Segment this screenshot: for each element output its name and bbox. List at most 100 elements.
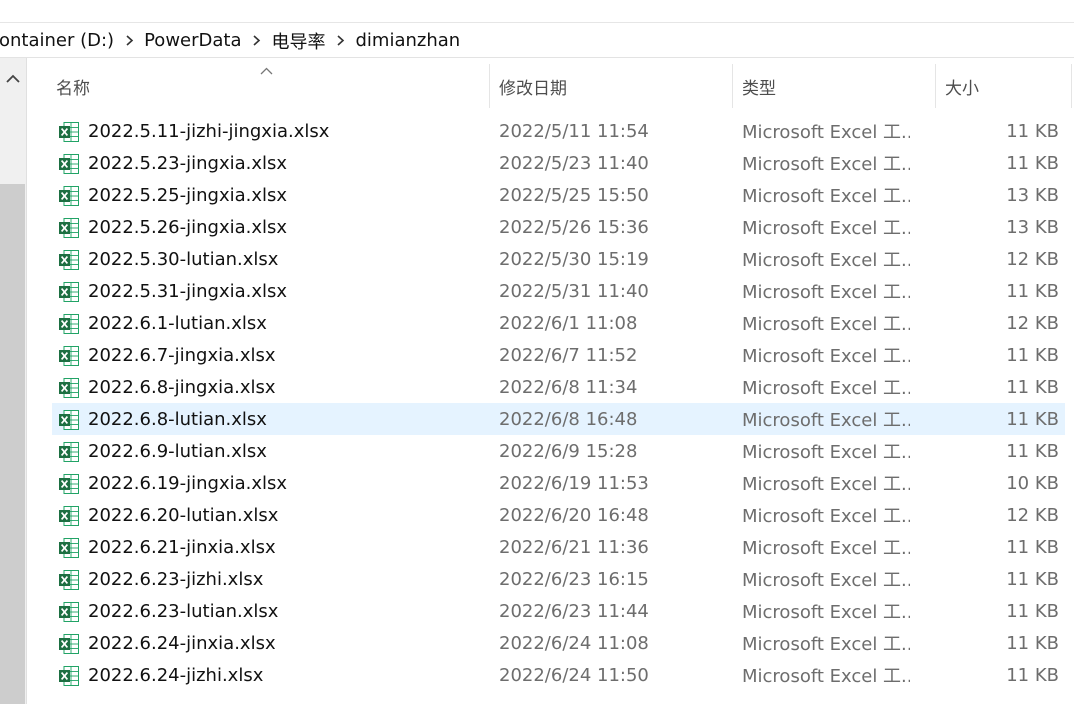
file-name: 2022.6.24-jizhi.xlsx (88, 664, 264, 686)
file-row[interactable]: 2022.6.8-jingxia.xlsx 2022/6/8 11:34 Micro… (52, 371, 1065, 403)
breadcrumb-item-dimianzhan[interactable]: dimianzhan (349, 30, 468, 51)
file-size: 11 KB (1006, 408, 1059, 430)
column-header-date[interactable]: 修改日期 (489, 64, 732, 108)
file-row[interactable]: 2022.6.23-jizhi.xlsx 2022/6/23 16:15 Micro… (52, 563, 1065, 595)
file-modified-date: 2022/6/24 11:50 (499, 664, 649, 686)
column-headers: 名称 修改日期 类型 大小 (27, 64, 1074, 108)
file-modified-date: 2022/6/19 11:53 (499, 472, 649, 494)
file-row[interactable]: 2022.5.23-jingxia.xlsx 2022/5/23 11:40 Mic… (52, 147, 1065, 179)
file-row[interactable]: 2022.6.24-jinxia.xlsx 2022/6/24 11:08 Micr… (52, 627, 1065, 659)
chevron-right-icon[interactable] (249, 35, 265, 46)
file-size: 11 KB (1006, 152, 1059, 174)
file-row[interactable]: 2022.6.7-jingxia.xlsx 2022/6/7 11:52 Micro… (52, 339, 1065, 371)
file-size: 11 KB (1006, 440, 1059, 462)
file-name: 2022.6.20-lutian.xlsx (88, 504, 279, 526)
file-modified-date: 2022/6/9 15:28 (499, 440, 638, 462)
column-header-type[interactable]: 类型 (732, 64, 935, 108)
file-size: 13 KB (1006, 184, 1059, 206)
file-modified-date: 2022/6/21 11:36 (499, 536, 649, 558)
file-name: 2022.6.7-jingxia.xlsx (88, 344, 276, 366)
file-size: 11 KB (1006, 664, 1059, 686)
file-row[interactable]: 2022.5.11-jizhi-jingxia.xlsx 2022/5/11 11… (52, 115, 1065, 147)
file-modified-date: 2022/5/11 11:54 (499, 120, 649, 142)
file-type: Microsoft Excel 工... (742, 378, 910, 399)
excel-file-icon (58, 377, 80, 399)
file-name: 2022.5.23-jingxia.xlsx (88, 152, 288, 174)
file-row[interactable]: 2022.5.30-lutian.xlsx 2022/5/30 15:19 Micr… (52, 243, 1065, 275)
file-size: 11 KB (1006, 344, 1059, 366)
file-modified-date: 2022/6/8 16:48 (499, 408, 638, 430)
file-name: 2022.5.25-jingxia.xlsx (88, 184, 288, 206)
excel-file-icon (58, 409, 80, 431)
file-row[interactable]: 2022.5.26-jingxia.xlsx 2022/5/26 15:36 Mic… (52, 211, 1065, 243)
chevron-right-icon[interactable] (333, 35, 349, 46)
file-row[interactable]: 2022.6.1-lutian.xlsx 2022/6/1 11:08 Micros… (52, 307, 1065, 339)
scrollbar-thumb[interactable] (0, 184, 25, 704)
excel-file-icon (58, 185, 80, 207)
excel-file-icon (58, 505, 80, 527)
file-type: Microsoft Excel 工... (742, 634, 910, 655)
chevron-right-icon[interactable] (121, 35, 137, 46)
file-name: 2022.5.30-lutian.xlsx (88, 248, 279, 270)
excel-file-icon (58, 249, 80, 271)
file-modified-date: 2022/5/23 11:40 (499, 152, 649, 174)
file-type: Microsoft Excel 工... (742, 122, 910, 143)
excel-file-icon (58, 313, 80, 335)
column-header-size-label: 大小 (945, 78, 979, 99)
file-type: Microsoft Excel 工... (742, 410, 910, 431)
excel-file-icon (58, 473, 80, 495)
file-name: 2022.6.9-lutian.xlsx (88, 440, 267, 462)
file-name: 2022.6.8-lutian.xlsx (88, 408, 267, 430)
file-row[interactable]: 2022.6.21-jinxia.xlsx 2022/6/21 11:36 Micr… (52, 531, 1065, 563)
file-type: Microsoft Excel 工... (742, 666, 910, 687)
file-size: 11 KB (1006, 536, 1059, 558)
file-name: 2022.5.31-jingxia.xlsx (88, 280, 288, 302)
file-type: Microsoft Excel 工... (742, 346, 910, 367)
file-type: Microsoft Excel 工... (742, 154, 910, 175)
file-row[interactable]: 2022.5.25-jingxia.xlsx 2022/5/25 15:50 Mic… (52, 179, 1065, 211)
file-type: Microsoft Excel 工... (742, 506, 910, 527)
breadcrumb-item-conductivity[interactable]: 电导率 (265, 28, 333, 54)
file-name: 2022.6.1-lutian.xlsx (88, 312, 267, 334)
breadcrumb-item-powerdata[interactable]: PowerData (137, 30, 248, 51)
file-row[interactable]: 2022.6.19-jingxia.xlsx 2022/6/19 11:53 Mic… (52, 467, 1065, 499)
file-name: 2022.6.21-jinxia.xlsx (88, 536, 276, 558)
file-size: 11 KB (1006, 120, 1059, 142)
file-size: 13 KB (1006, 216, 1059, 238)
file-name: 2022.5.26-jingxia.xlsx (88, 216, 288, 238)
scroll-up-icon[interactable] (4, 70, 22, 88)
file-size: 12 KB (1006, 504, 1059, 526)
file-row[interactable]: 2022.6.8-lutian.xlsx 2022/6/8 16:48 Micros… (52, 403, 1065, 435)
file-modified-date: 2022/6/24 11:08 (499, 632, 649, 654)
file-name: 2022.6.19-jingxia.xlsx (88, 472, 288, 494)
file-modified-date: 2022/6/23 16:15 (499, 568, 649, 590)
file-modified-date: 2022/6/1 11:08 (499, 312, 638, 334)
file-type: Microsoft Excel 工... (742, 474, 910, 495)
breadcrumb[interactable]: ontainer (D:) PowerData 电导率 dimianzhan (0, 24, 1074, 58)
title-strip (0, 0, 1074, 23)
file-size: 10 KB (1006, 472, 1059, 494)
file-row[interactable]: 2022.5.31-jingxia.xlsx 2022/5/31 11:40 Mic… (52, 275, 1065, 307)
file-type: Microsoft Excel 工... (742, 218, 910, 239)
file-row[interactable]: 2022.6.24-jizhi.xlsx 2022/6/24 11:50 Micro… (52, 659, 1065, 691)
file-name: 2022.5.11-jizhi-jingxia.xlsx (88, 120, 330, 142)
excel-file-icon (58, 537, 80, 559)
file-name: 2022.6.24-jinxia.xlsx (88, 632, 276, 654)
file-modified-date: 2022/5/25 15:50 (499, 184, 649, 206)
file-type: Microsoft Excel 工... (742, 602, 910, 623)
sort-ascending-icon (260, 60, 274, 75)
file-size: 11 KB (1006, 568, 1059, 590)
excel-file-icon (58, 281, 80, 303)
file-type: Microsoft Excel 工... (742, 442, 910, 463)
file-row[interactable]: 2022.6.23-lutian.xlsx 2022/6/23 11:44 Micr… (52, 595, 1065, 627)
file-type: Microsoft Excel 工... (742, 186, 910, 207)
file-row[interactable]: 2022.6.20-lutian.xlsx 2022/6/20 16:48 Micr… (52, 499, 1065, 531)
column-header-size[interactable]: 大小 (935, 64, 1072, 108)
excel-file-icon (58, 441, 80, 463)
file-row[interactable]: 2022.6.9-lutian.xlsx 2022/6/9 15:28 Micros… (52, 435, 1065, 467)
excel-file-icon (58, 633, 80, 655)
excel-file-icon (58, 121, 80, 143)
breadcrumb-item-drive[interactable]: ontainer (D:) (0, 30, 121, 51)
file-size: 12 KB (1006, 248, 1059, 270)
file-modified-date: 2022/6/8 11:34 (499, 376, 638, 398)
